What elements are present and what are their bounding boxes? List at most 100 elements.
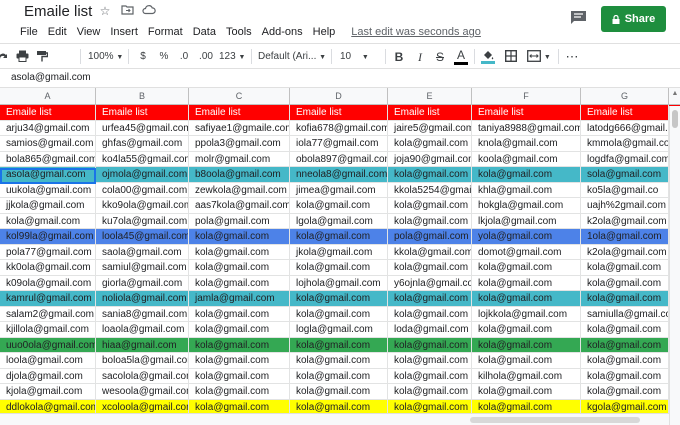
column-header-d[interactable]: D (290, 88, 388, 105)
formula-input[interactable]: asola@gmail.com (11, 72, 91, 83)
column-header-c[interactable]: C (189, 88, 290, 105)
cell[interactable]: iola77@gmail.com (290, 136, 388, 152)
cell[interactable]: Emaile list (581, 105, 669, 121)
cell[interactable]: kjola@gmail.com (0, 384, 96, 400)
menu-data[interactable]: Data (193, 26, 216, 38)
cell[interactable]: kola@gmail.com (189, 275, 290, 291)
menu-insert[interactable]: Insert (110, 26, 138, 38)
cell[interactable]: kola@gmail.com (581, 384, 669, 400)
cell[interactable]: kola@gmail.com (581, 337, 669, 353)
cell[interactable]: cola00@gmail.com (96, 182, 189, 198)
cell[interactable]: Emaile list (189, 105, 290, 121)
cell[interactable]: Emaile list (290, 105, 388, 121)
italic-button[interactable]: I (414, 48, 426, 66)
menu-addons[interactable]: Add-ons (262, 26, 303, 38)
cell[interactable]: lojhola@gmail.com (290, 275, 388, 291)
paint-format-icon[interactable] (34, 48, 50, 66)
menu-tools[interactable]: Tools (226, 26, 252, 38)
column-header-g[interactable]: G (581, 88, 669, 105)
cell[interactable]: logla@gmail.com (290, 322, 388, 338)
cell[interactable]: kk0ola@gmail.com (0, 260, 96, 276)
cell[interactable]: lkjola@gmail.com (472, 213, 581, 229)
star-icon[interactable]: ☆ (98, 4, 112, 18)
cell[interactable]: kola@gmail.com (472, 384, 581, 400)
vertical-scrollbar[interactable] (669, 106, 680, 425)
cell[interactable]: sacolola@gmail.com (96, 368, 189, 384)
cell[interactable]: ko4la55@gmail.com (96, 151, 189, 167)
cell[interactable]: kola@gmail.com (581, 353, 669, 369)
cell[interactable]: molr@gmail.com (189, 151, 290, 167)
cell[interactable]: giorla@gmail.com (96, 275, 189, 291)
cell[interactable]: ojmola@gmail.com (96, 167, 189, 183)
cell[interactable]: kamrul@gmail.com (0, 291, 96, 307)
menu-file[interactable]: File (20, 26, 38, 38)
cell[interactable]: Emaile list (472, 105, 581, 121)
more-options-icon[interactable]: ⋯ (564, 48, 580, 66)
cell[interactable]: kola@gmail.com (472, 353, 581, 369)
cell[interactable]: kilhola@gmail.com (472, 368, 581, 384)
more-formats-select[interactable]: 123 ▼ (219, 48, 245, 66)
column-header-e[interactable]: E (388, 88, 472, 105)
cell[interactable]: uukola@gmail.com (0, 182, 96, 198)
cell[interactable]: kola@gmail.com (0, 213, 96, 229)
cell[interactable]: kola@gmail.com (189, 384, 290, 400)
column-header-a[interactable]: A (0, 88, 96, 105)
cell[interactable]: kola@gmail.com (388, 167, 472, 183)
cell[interactable]: domot@gmail.com (472, 244, 581, 260)
cell[interactable]: arju34@gmail.com (0, 120, 96, 136)
cell[interactable]: kola@gmail.com (388, 337, 472, 353)
cell[interactable]: logdfa@gmail.com (581, 151, 669, 167)
cell[interactable]: kola@gmail.com (581, 322, 669, 338)
cell[interactable]: sania8@gmail.com (96, 306, 189, 322)
cell[interactable]: y6ojnla@gmail.com (388, 275, 472, 291)
cell[interactable]: lgola@gmail.com (290, 213, 388, 229)
cell[interactable]: kola@gmail.com (472, 322, 581, 338)
cell[interactable]: ku7ola@gmail.com (96, 213, 189, 229)
cell[interactable]: kola@gmail.com (388, 136, 472, 152)
cell[interactable]: pola@gmail.com (189, 213, 290, 229)
cell[interactable]: kola@gmail.com (290, 384, 388, 400)
cell[interactable]: kola@gmail.com (472, 291, 581, 307)
cell[interactable]: lojkkola@gmail.com (472, 306, 581, 322)
cell[interactable]: k09ola@gmail.com (0, 275, 96, 291)
cell[interactable]: khla@gmail.com (472, 182, 581, 198)
cell[interactable]: kola@gmail.com (290, 229, 388, 245)
cell[interactable]: kjillola@gmail.com (0, 322, 96, 338)
cell[interactable]: samios@gmail.com (0, 136, 96, 152)
cell[interactable]: kola@gmail.com (189, 322, 290, 338)
cell[interactable]: kola@gmail.com (388, 213, 472, 229)
cell[interactable]: kola@gmail.com (472, 167, 581, 183)
cell[interactable]: latodg666@gmail.co (581, 120, 669, 136)
zoom-select[interactable]: 100% ▼ (88, 48, 123, 66)
cell[interactable]: saola@gmail.com (96, 244, 189, 260)
cell[interactable]: kola@gmail.com (189, 260, 290, 276)
cell[interactable]: aas7kola@gmail.com (189, 198, 290, 214)
cell[interactable]: jaire5@gmail.com (388, 120, 472, 136)
cell[interactable]: obola897@gmail.com (290, 151, 388, 167)
column-header-b[interactable]: B (96, 88, 189, 105)
cell[interactable]: sola@gmail.com (581, 167, 669, 183)
cell[interactable]: hokgla@gmail.com (472, 198, 581, 214)
strikethrough-button[interactable]: S (434, 48, 446, 66)
cell[interactable]: kkola@gmail.com (388, 244, 472, 260)
menu-view[interactable]: View (77, 26, 101, 38)
column-header-f[interactable]: F (472, 88, 581, 105)
cell[interactable]: kola@gmail.com (189, 244, 290, 260)
cell[interactable]: kola@gmail.com (388, 198, 472, 214)
cell[interactable]: joja90@gmail.com (388, 151, 472, 167)
cell[interactable]: djola@gmail.com (0, 368, 96, 384)
cell[interactable]: kola@gmail.com (388, 368, 472, 384)
menu-help[interactable]: Help (313, 26, 336, 38)
font-size-select[interactable]: 10 ▼ (340, 48, 369, 66)
cell[interactable]: kmmola@gmail.com (581, 136, 669, 152)
vertical-scroll-thumb[interactable] (672, 110, 678, 128)
cell[interactable]: jimea@gmail.com (290, 182, 388, 198)
cell[interactable]: kola@gmail.com (290, 353, 388, 369)
cell[interactable]: jjkola@gmail.com (0, 198, 96, 214)
cell[interactable]: knola@gmail.com (472, 136, 581, 152)
menu-format[interactable]: Format (148, 26, 183, 38)
cell[interactable]: samiulla@gmail.com (581, 306, 669, 322)
fill-color-icon[interactable] (481, 48, 495, 66)
cell[interactable]: kola@gmail.com (290, 198, 388, 214)
cell[interactable]: pola77@gmail.com (0, 244, 96, 260)
